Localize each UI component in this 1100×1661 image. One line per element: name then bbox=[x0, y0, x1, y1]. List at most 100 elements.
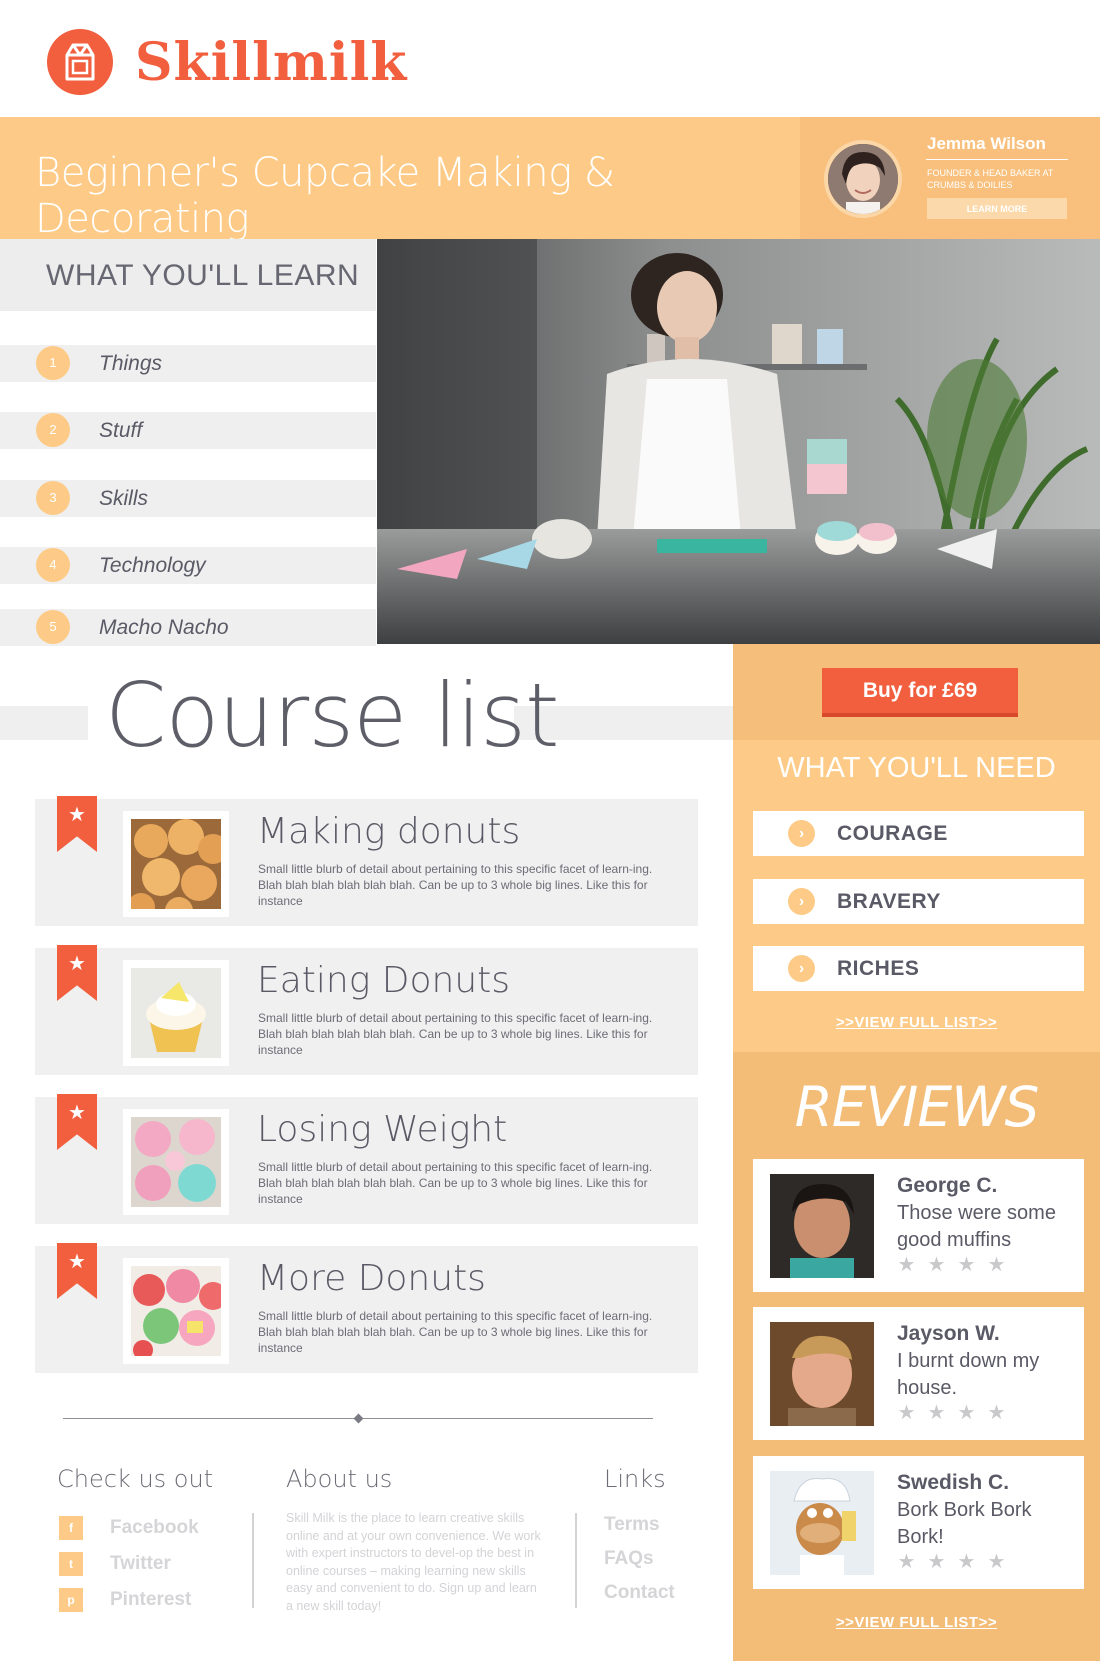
star-icon: ★ bbox=[957, 1551, 976, 1573]
star-icon: ★ bbox=[927, 1402, 946, 1424]
course-thumbnail bbox=[123, 811, 229, 917]
review-text: Those were some good muffins bbox=[897, 1202, 1056, 1251]
social-link-facebook[interactable]: f Facebook bbox=[59, 1516, 199, 1540]
star-icon: ★ bbox=[957, 1402, 976, 1424]
footer-link-contact[interactable]: Contact bbox=[604, 1582, 675, 1604]
learn-heading-band: WHAT YOU'LL LEARN bbox=[0, 239, 376, 311]
instructor-avatar bbox=[824, 140, 902, 218]
reviewer-avatar bbox=[770, 1174, 874, 1278]
chevron-right-icon: › bbox=[788, 888, 815, 915]
links-heading: Links bbox=[604, 1465, 666, 1493]
need-heading: WHAT YOU'LL NEED bbox=[777, 752, 1056, 784]
course-thumbnail bbox=[123, 1109, 229, 1215]
social-label: Facebook bbox=[110, 1517, 199, 1538]
star-icon: ★ bbox=[897, 1402, 916, 1424]
reviewer-name: Swedish C. bbox=[897, 1471, 1010, 1494]
view-full-reviews-link[interactable]: >>VIEW FULL LIST>> bbox=[733, 1614, 1100, 1631]
star-icon: ★ bbox=[957, 1254, 976, 1276]
course-title[interactable]: Making donuts bbox=[257, 811, 520, 852]
reviewer-avatar bbox=[770, 1322, 874, 1426]
need-item: › BRAVERY bbox=[753, 879, 1084, 924]
learn-item: 4 Technology bbox=[0, 547, 376, 584]
course-video[interactable] bbox=[377, 239, 1100, 644]
instructor-divider bbox=[926, 159, 1068, 160]
need-item-label: BRAVERY bbox=[837, 890, 941, 913]
learn-item-label: Skills bbox=[99, 487, 149, 510]
star-icon: ★ bbox=[987, 1402, 1006, 1424]
review-card: Jayson W. I burnt down my house. ★ ★ ★ ★ bbox=[753, 1307, 1084, 1440]
need-item: › RICHES bbox=[753, 946, 1084, 991]
star-icon: ★ bbox=[68, 1102, 86, 1124]
learn-item-label: Macho Nacho bbox=[99, 616, 229, 639]
learn-item-number: 3 bbox=[36, 481, 70, 515]
learn-item: 2 Stuff bbox=[0, 412, 376, 449]
pinterest-icon: p bbox=[59, 1588, 83, 1612]
social-heading: Check us out bbox=[57, 1465, 214, 1493]
bookmark-icon[interactable]: ★ bbox=[57, 1094, 97, 1150]
chevron-right-icon: › bbox=[788, 955, 815, 982]
need-item-label: RICHES bbox=[837, 957, 920, 980]
course-banner: Beginner's Cupcake Making & Decorating bbox=[0, 117, 800, 242]
star-icon: ★ bbox=[927, 1551, 946, 1573]
course-title[interactable]: Eating Donuts bbox=[257, 960, 510, 1001]
course-title[interactable]: More Donuts bbox=[257, 1258, 486, 1299]
footer-divider-diamond bbox=[353, 1413, 364, 1424]
star-icon: ★ bbox=[68, 1251, 86, 1273]
view-full-need-list-link[interactable]: >>VIEW FULL LIST>> bbox=[733, 1014, 1100, 1031]
star-icon: ★ bbox=[68, 953, 86, 975]
bookmark-icon[interactable]: ★ bbox=[57, 945, 97, 1001]
social-label: Pinterest bbox=[110, 1589, 192, 1610]
learn-item-number: 1 bbox=[36, 346, 70, 380]
instructor-card: Jemma Wilson FOUNDER & HEAD BAKER AT CRU… bbox=[800, 117, 1100, 239]
bookmark-icon[interactable]: ★ bbox=[57, 1243, 97, 1299]
course-description: Small little blurb of detail about perta… bbox=[258, 1011, 653, 1057]
course-description: Small little blurb of detail about perta… bbox=[258, 862, 653, 908]
course-list-rule bbox=[0, 706, 88, 740]
footer-link-terms[interactable]: Terms bbox=[604, 1514, 660, 1536]
buy-button[interactable]: Buy for £69 bbox=[822, 668, 1018, 717]
star-icon: ★ bbox=[68, 804, 86, 826]
instructor-role: FOUNDER & HEAD BAKER AT CRUMBS & DOILIES bbox=[927, 168, 1054, 190]
learn-item-label: Stuff bbox=[99, 419, 143, 442]
social-label: Twitter bbox=[110, 1553, 171, 1574]
course-item[interactable]: ★ Eating Donuts Small little blurb of de… bbox=[35, 945, 698, 1075]
learn-heading: WHAT YOU'LL LEARN bbox=[46, 259, 360, 292]
learn-item-label: Technology bbox=[99, 554, 206, 577]
learn-item-number: 4 bbox=[36, 548, 70, 582]
need-item: › COURAGE bbox=[753, 811, 1084, 856]
review-card: George C. Those were some good muffins ★… bbox=[753, 1159, 1084, 1292]
star-icon: ★ bbox=[987, 1254, 1006, 1276]
star-icon: ★ bbox=[987, 1551, 1006, 1573]
course-title: Beginner's Cupcake Making & Decorating bbox=[35, 150, 615, 242]
twitter-icon: t bbox=[59, 1552, 83, 1576]
brand-name: Skillmilk bbox=[135, 31, 408, 93]
course-item[interactable]: ★ More Donuts Small little blurb of deta… bbox=[35, 1243, 698, 1373]
course-item[interactable]: ★ Losing Weight Small little blurb of de… bbox=[35, 1094, 698, 1224]
course-item[interactable]: ★ Making donuts Small little blurb of de… bbox=[35, 796, 698, 926]
social-link-twitter[interactable]: t Twitter bbox=[59, 1552, 171, 1576]
learn-item-number: 2 bbox=[36, 413, 70, 447]
learn-item-number: 5 bbox=[36, 610, 70, 644]
need-item-label: COURAGE bbox=[837, 822, 948, 845]
brand-logo[interactable]: Skillmilk bbox=[47, 28, 407, 96]
learn-item: 1 Things bbox=[0, 345, 376, 382]
star-icon: ★ bbox=[927, 1254, 946, 1276]
footer-column-divider bbox=[575, 1513, 577, 1608]
social-link-pinterest[interactable]: p Pinterest bbox=[59, 1588, 191, 1612]
review-text: Bork Bork Bork Bork! bbox=[897, 1499, 1032, 1548]
course-title[interactable]: Losing Weight bbox=[257, 1109, 507, 1150]
learn-item-label: Things bbox=[99, 352, 163, 375]
about-text: Skill Milk is the place to learn creativ… bbox=[286, 1511, 541, 1613]
footer-column-divider bbox=[252, 1513, 254, 1608]
chevron-right-icon: › bbox=[788, 820, 815, 847]
footer-link-faqs[interactable]: FAQs bbox=[604, 1548, 654, 1570]
bookmark-icon[interactable]: ★ bbox=[57, 796, 97, 852]
review-rating: ★ ★ ★ ★ bbox=[897, 1252, 1006, 1277]
star-icon: ★ bbox=[897, 1254, 916, 1276]
facebook-icon: f bbox=[59, 1516, 83, 1540]
course-thumbnail bbox=[123, 960, 229, 1066]
course-list-heading: Course list bbox=[105, 664, 559, 767]
course-description: Small little blurb of detail about perta… bbox=[258, 1160, 653, 1206]
course-description: Small little blurb of detail about perta… bbox=[258, 1309, 653, 1355]
learn-more-button[interactable]: LEARN MORE bbox=[927, 198, 1067, 219]
